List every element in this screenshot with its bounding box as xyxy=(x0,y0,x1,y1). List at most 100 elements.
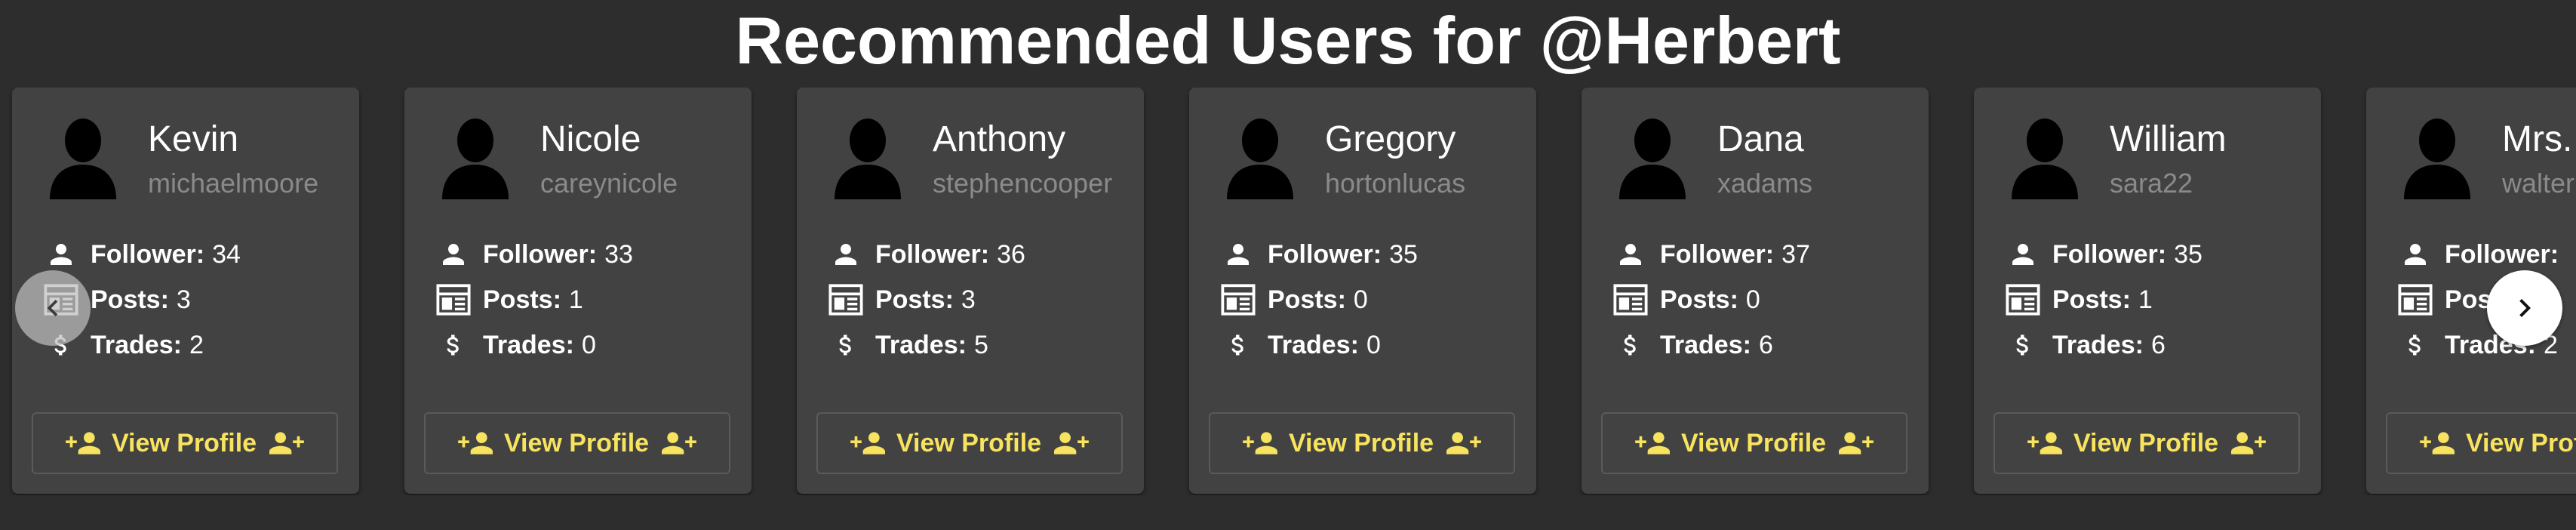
posts-label: Posts: xyxy=(875,285,954,314)
view-profile-label: View Profile xyxy=(896,428,1042,458)
user-card-sara22: William sara22 Follower: 35 Posts: 1 Tra… xyxy=(1974,88,2321,494)
trades-label: Trades: xyxy=(875,330,967,359)
posts-value: 3 xyxy=(176,285,191,314)
person-icon xyxy=(2396,236,2434,273)
posts-stat: Posts: 3 xyxy=(827,281,976,319)
chevron-left-icon xyxy=(47,300,58,316)
person-icon xyxy=(2004,236,2042,273)
page-title: Recommended Users for @Herbert xyxy=(735,3,1841,78)
posts-value: 3 xyxy=(961,285,976,314)
user-card-stephencooper: Anthony stephencooper Follower: 36 Posts xyxy=(797,88,1144,494)
user-name: Anthony xyxy=(933,119,1066,159)
dollar-icon xyxy=(1219,326,1257,364)
person-icon xyxy=(435,236,472,273)
trades-stat: Trades: 6 xyxy=(2004,326,2166,364)
posts-stat: Posts: 0 xyxy=(1612,281,1760,319)
trades-label: Trades: xyxy=(1660,330,1751,359)
person-add-icon xyxy=(264,427,308,460)
trades-value: 0 xyxy=(581,330,596,359)
followers-stat: Follower: 34 xyxy=(42,236,241,273)
followers-label: Follower: xyxy=(483,239,598,269)
followers-value: 33 xyxy=(604,239,633,269)
user-name: Nicole xyxy=(540,119,641,159)
person-add-icon xyxy=(454,427,498,460)
view-profile-button[interactable]: View Profile xyxy=(1993,412,2300,474)
followers-label: Follower: xyxy=(2052,239,2167,269)
person-add-icon xyxy=(2416,427,2460,460)
user-username: careynicole xyxy=(540,168,678,199)
dollar-icon xyxy=(1612,326,1649,364)
user-username: michaelmoore xyxy=(148,168,319,199)
user-username: sara22 xyxy=(2110,168,2193,199)
posts-value: 0 xyxy=(1353,285,1368,314)
posts-value: 1 xyxy=(2138,285,2153,314)
trades-value: 2 xyxy=(189,330,204,359)
posts-label: Posts: xyxy=(2052,285,2131,314)
posts-stat: Posts: 0 xyxy=(1219,281,1368,319)
followers-stat: Follower: 36 xyxy=(827,236,1025,273)
avatar xyxy=(47,113,119,199)
person-silhouette-icon xyxy=(1619,119,1686,199)
newspaper-icon xyxy=(1612,281,1649,319)
followers-stat: Follower: 33 xyxy=(435,236,633,273)
dollar-icon xyxy=(435,326,472,364)
trades-stat: Trades: 0 xyxy=(435,326,596,364)
person-silhouette-icon xyxy=(50,119,116,199)
newspaper-icon xyxy=(2004,281,2042,319)
avatar xyxy=(1616,113,1689,199)
view-profile-button[interactable]: View Profile xyxy=(1601,412,1907,474)
followers-stat: Follower: 35 xyxy=(2004,236,2203,273)
person-silhouette-icon xyxy=(2012,119,2078,199)
person-add-icon xyxy=(1239,427,1283,460)
avatar xyxy=(2009,113,2081,199)
trades-stat: Trades: 0 xyxy=(1219,326,1381,364)
trades-label: Trades: xyxy=(2052,330,2144,359)
followers-value: 34 xyxy=(212,239,241,269)
followers-stat: Follower: 35 xyxy=(1219,236,1418,273)
person-add-icon xyxy=(62,427,106,460)
view-profile-label: View Profile xyxy=(2465,428,2576,458)
view-profile-button[interactable]: View Profile xyxy=(816,412,1123,474)
user-name: William xyxy=(2110,119,2227,159)
newspaper-icon xyxy=(827,281,865,319)
trades-value: 6 xyxy=(1758,330,1773,359)
trades-label: Trades: xyxy=(1268,330,1359,359)
view-profile-button[interactable]: View Profile xyxy=(2386,412,2576,474)
user-username: xadams xyxy=(1717,168,1813,199)
person-silhouette-icon xyxy=(835,119,901,199)
posts-stat: Posts: 1 xyxy=(435,281,583,319)
posts-label: Posts: xyxy=(91,285,169,314)
person-add-icon xyxy=(1834,427,1877,460)
view-profile-button[interactable]: View Profile xyxy=(32,412,338,474)
followers-label: Follower: xyxy=(91,239,205,269)
user-name: Mrs. xyxy=(2502,119,2573,159)
person-add-icon xyxy=(1441,427,1485,460)
followers-value: 35 xyxy=(2174,239,2203,269)
view-profile-label: View Profile xyxy=(111,428,257,458)
trades-label: Trades: xyxy=(91,330,182,359)
posts-label: Posts: xyxy=(1660,285,1738,314)
followers-stat: Follower: 37 xyxy=(1612,236,1810,273)
posts-label: Posts: xyxy=(483,285,561,314)
avatar xyxy=(2401,113,2473,199)
view-profile-label: View Profile xyxy=(1288,428,1434,458)
followers-value: 37 xyxy=(1781,239,1810,269)
carousel-prev-button[interactable] xyxy=(15,270,91,346)
person-silhouette-icon xyxy=(1227,119,1293,199)
posts-label: Posts: xyxy=(1268,285,1346,314)
view-profile-button[interactable]: View Profile xyxy=(424,412,730,474)
trades-value: 6 xyxy=(2150,330,2166,359)
person-add-icon xyxy=(656,427,700,460)
person-silhouette-icon xyxy=(2404,119,2470,199)
dollar-icon xyxy=(827,326,865,364)
view-profile-label: View Profile xyxy=(1680,428,1827,458)
person-add-icon xyxy=(1049,427,1093,460)
view-profile-label: View Profile xyxy=(503,428,650,458)
chevron-right-icon xyxy=(2519,299,2531,317)
user-name: Dana xyxy=(1717,119,1804,159)
person-icon xyxy=(827,236,865,273)
user-username: hortonlucas xyxy=(1325,168,1466,199)
posts-stat: Posts: 1 xyxy=(2004,281,2153,319)
carousel-next-button[interactable] xyxy=(2487,270,2562,346)
view-profile-button[interactable]: View Profile xyxy=(1209,412,1515,474)
